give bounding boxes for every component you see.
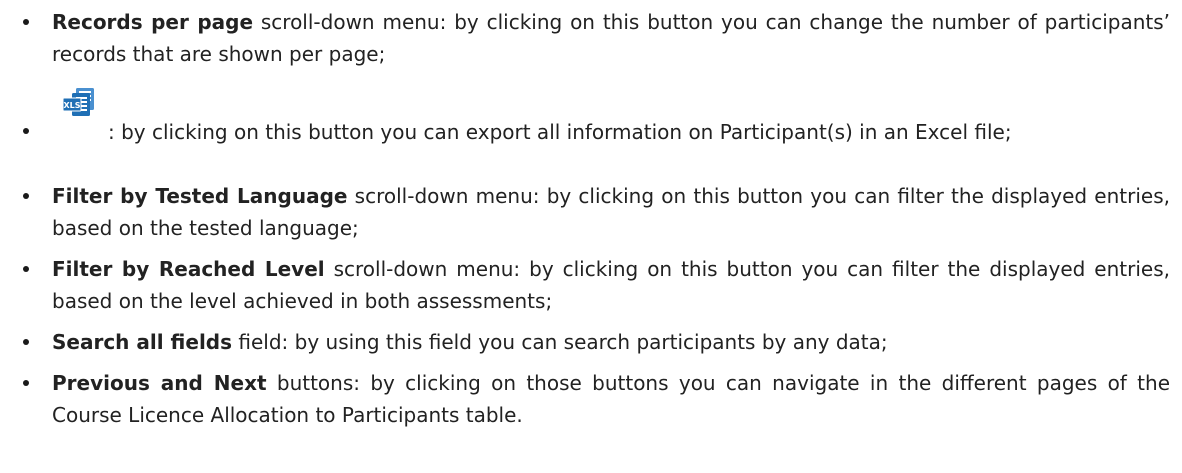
list-item-bold: Filter by Reached Level: [52, 257, 325, 281]
list-item-text: Previous and Next buttons: by clicking o…: [52, 367, 1170, 431]
list-item-text: : by clicking on this button you can exp…: [108, 116, 1170, 148]
list-item-text: Search all fields field: by using this f…: [52, 326, 1170, 358]
bullet-icon: [23, 339, 29, 345]
bullet-icon: [23, 266, 29, 272]
bullet-icon: [23, 19, 29, 25]
list-item-text: Filter by Reached Level scroll-down menu…: [52, 253, 1170, 317]
xls-export-icon: XLS: [63, 88, 94, 116]
bullet-icon: [23, 193, 29, 199]
bullet-icon: [23, 128, 29, 134]
document-page: Records per page scroll-down menu: by cl…: [0, 0, 1182, 473]
list-item-bold: Search all fields: [52, 330, 233, 354]
list-item-text: Filter by Tested Language scroll-down me…: [52, 180, 1170, 244]
list-item-bold: Filter by Tested Language: [52, 184, 348, 208]
list-item-bold: Records per page: [52, 10, 254, 34]
list-item-body: field: by using this field you can searc…: [232, 330, 888, 354]
bullet-icon: [23, 380, 29, 386]
list-item-text: Records per page scroll-down menu: by cl…: [52, 6, 1170, 70]
list-item-body: : by clicking on this button you can exp…: [108, 120, 1012, 144]
xls-icon-label: XLS: [63, 101, 80, 110]
list-item-bold: Previous and Next: [52, 371, 267, 395]
